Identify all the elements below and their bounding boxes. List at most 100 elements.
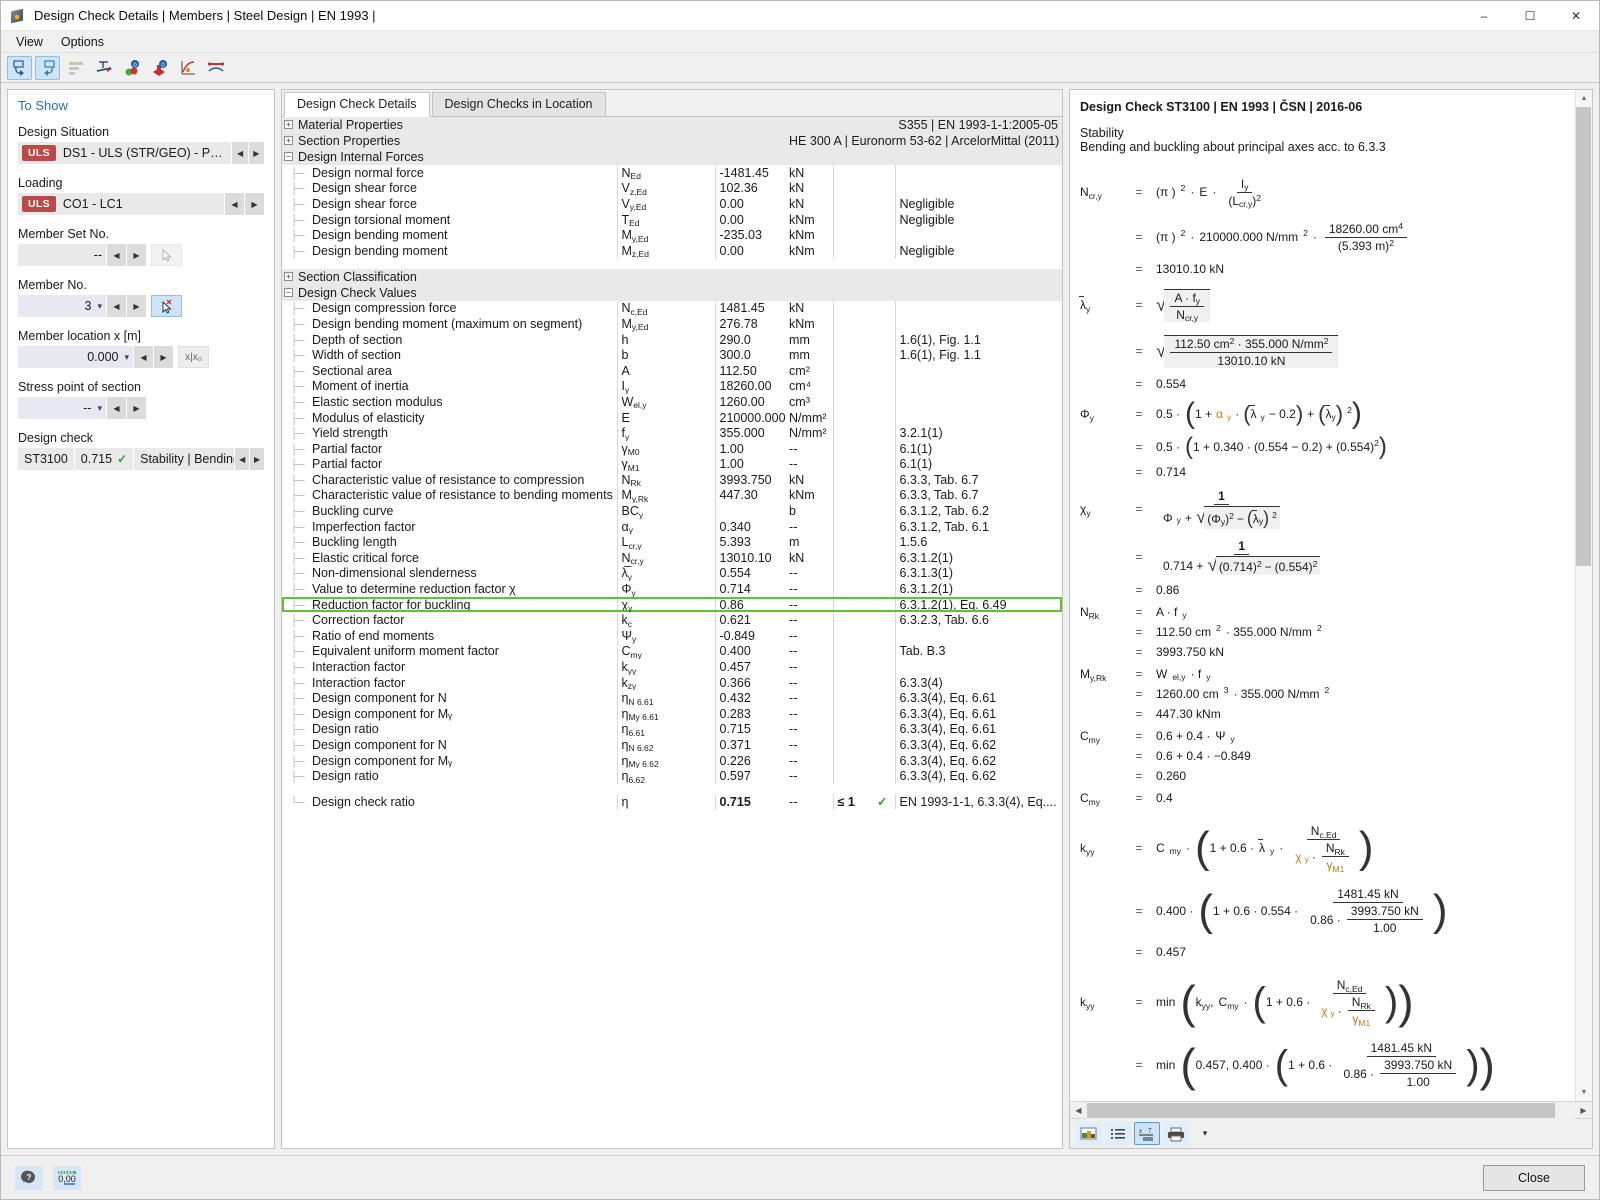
table-group-header[interactable]: +Section PropertiesHE 300 A | Euronorm 5… [282, 133, 1062, 149]
table-row[interactable]: ├─Design component for MᵧηMy 6.610.283--… [282, 706, 1062, 722]
table-row[interactable]: ├─Design normal forceNEd-1481.45kN [282, 165, 1062, 181]
stress-point-field[interactable]: -- ▾ [18, 397, 106, 419]
chevron-down-icon[interactable]: ▾ [91, 301, 102, 312]
design-situation-combo[interactable]: ULS DS1 - ULS (STR/GEO) - Permanent ... [18, 142, 231, 164]
loading-combo[interactable]: ULS CO1 - LC1 [18, 193, 224, 215]
help-icon[interactable]: ? [15, 1166, 43, 1190]
table-row[interactable]: ├─Sectional areaA112.50cm² [282, 363, 1062, 379]
table-row[interactable]: ├─Design shear forceVz,Ed102.36kN [282, 181, 1062, 197]
hscroll-left-icon[interactable]: ◀ [1070, 1106, 1087, 1115]
printer-dropdown-icon[interactable]: ▾ [1192, 1122, 1218, 1145]
minimize-button[interactable]: – [1461, 1, 1507, 31]
collapse-icon[interactable]: − [284, 288, 293, 297]
printer-icon[interactable] [1163, 1122, 1189, 1145]
table-row[interactable]: ├─Design component for NηN 6.610.432--6.… [282, 690, 1062, 706]
design-check-ratio-cell[interactable]: 0.715 ✓ [74, 448, 133, 470]
relative-location-button[interactable]: x|x₀ [178, 346, 209, 368]
formula-vertical-scrollbar[interactable]: ▲ ▼ [1575, 90, 1592, 1101]
member-no-prev-button[interactable]: ◀ [107, 295, 126, 317]
expand-icon[interactable]: + [284, 136, 293, 145]
member-location-next-button[interactable]: ▶ [154, 346, 173, 368]
table-row[interactable]: ├─Design shear forceVy,Ed0.00kNNegligibl… [282, 196, 1062, 212]
design-check-ratio-row[interactable]: └─Design check ratioη0.715--≤ 1✓EN 1993-… [282, 794, 1062, 810]
table-row[interactable]: ├─Design ratioη6.610.715--6.3.3(4), Eq. … [282, 722, 1062, 738]
table-row[interactable]: ├─Imperfection factorαy0.340--6.3.1.2, T… [282, 519, 1062, 535]
decimal-places-icon[interactable]: 0,00 [53, 1166, 81, 1190]
table-row[interactable]: ├─Design ratioη6.620.597--6.3.3(4), Eq. … [282, 768, 1062, 784]
table-row[interactable]: ├─Correction factorkc0.621--6.3.2.3, Tab… [282, 612, 1062, 628]
table-row[interactable]: ├─Characteristic value of resistance to … [282, 488, 1062, 504]
table-row[interactable]: ├─Buckling curveBCyb6.3.1.2, Tab. 6.2 [282, 503, 1062, 519]
close-button[interactable]: Close [1483, 1165, 1585, 1191]
table-row[interactable]: ├─Partial factorγM11.00--6.1(1) [282, 457, 1062, 473]
result-table-icon[interactable] [63, 56, 88, 80]
chevron-down-icon[interactable]: ▾ [91, 403, 102, 414]
table-group-header[interactable]: +Material PropertiesS355 | EN 1993-1-1:2… [282, 117, 1062, 133]
stress-point-prev-button[interactable]: ◀ [107, 397, 126, 419]
member-set-pick-icon[interactable] [151, 244, 182, 266]
scroll-up-icon[interactable]: ▲ [1576, 90, 1593, 107]
print-preview-icon[interactable] [1076, 1122, 1102, 1145]
table-row[interactable]: ├─Ratio of end momentsΨy-0.849-- [282, 628, 1062, 644]
table-row[interactable]: ├─Design torsional momentTEd0.00kNmNegli… [282, 212, 1062, 228]
section-info-icon[interactable]: 0 [147, 56, 172, 80]
design-check-id[interactable]: ST3100 [18, 448, 74, 470]
table-row[interactable]: ├─Design component for MᵧηMy 6.620.226--… [282, 753, 1062, 769]
design-check-description[interactable]: Stability | Bending a... [133, 448, 234, 470]
hscroll-track[interactable] [1087, 1102, 1575, 1119]
collapse-icon[interactable]: − [284, 152, 293, 161]
previous-result-icon[interactable] [7, 56, 32, 80]
member-set-no-prev-button[interactable]: ◀ [107, 244, 126, 266]
member-dimension-icon[interactable] [91, 56, 116, 80]
expand-icon[interactable]: + [284, 272, 293, 281]
table-row[interactable]: ├─Yield strengthfy355.000N/mm²3.2.1(1) [282, 425, 1062, 441]
table-row[interactable]: ├─Characteristic value of resistance to … [282, 472, 1062, 488]
loading-next-button[interactable]: ▶ [245, 193, 264, 215]
menu-item-view[interactable]: View [7, 33, 52, 51]
member-set-no-field[interactable]: -- [18, 244, 106, 266]
member-no-field[interactable]: 3 ▾ [18, 295, 106, 317]
scroll-track[interactable] [1576, 107, 1593, 1084]
member-result-icon[interactable] [203, 56, 228, 80]
table-row[interactable]: ├─Value to determine reduction factor χΦ… [282, 581, 1062, 597]
table-row[interactable]: ├─Design bending momentMy,Ed-235.03kNm [282, 227, 1062, 243]
maximize-button[interactable]: ☐ [1507, 1, 1553, 31]
close-window-button[interactable]: ✕ [1553, 1, 1599, 31]
next-result-icon[interactable] [35, 56, 60, 80]
member-location-field[interactable]: 0.000 ▾ [18, 346, 133, 368]
table-row[interactable]: ├─Design bending momentMz,Ed0.00kNmNegli… [282, 243, 1062, 259]
table-row[interactable]: ├─Elastic section modulusWel,y1260.00cm³ [282, 394, 1062, 410]
formula-toggle-icon[interactable]: x 7 [1134, 1122, 1160, 1145]
tab-design-checks-in-location[interactable]: Design Checks in Location [432, 92, 606, 116]
diagram-icon[interactable] [175, 56, 200, 80]
table-row[interactable]: ├─Design compression forceNc,Ed1481.45kN [282, 301, 1062, 317]
table-group-header[interactable]: −Design Internal Forces [282, 149, 1062, 165]
design-situation-prev-button[interactable]: ◀ [232, 142, 247, 164]
design-situation-next-button[interactable]: ▶ [249, 142, 264, 164]
scroll-thumb[interactable] [1576, 107, 1591, 566]
table-row[interactable]: ├─Design bending moment (maximum on segm… [282, 316, 1062, 332]
table-row[interactable]: ├─Buckling lengthLcr,y5.393m1.5.6 [282, 534, 1062, 550]
table-row[interactable]: ├─Reduction factor for bucklingχy0.86--6… [282, 597, 1062, 613]
load-case-info-icon[interactable]: 0 [119, 56, 144, 80]
table-group-header[interactable]: +Section Classification [282, 269, 1062, 285]
table-row[interactable]: ├─Depth of sectionh290.0mm1.6(1), Fig. 1… [282, 332, 1062, 348]
scroll-down-icon[interactable]: ▼ [1576, 1084, 1593, 1101]
loading-prev-button[interactable]: ◀ [225, 193, 244, 215]
formula-horizontal-scrollbar[interactable]: ◀ ▶ [1070, 1101, 1592, 1118]
expand-icon[interactable]: + [284, 120, 293, 129]
table-row[interactable]: ├─Moment of inertiaIy18260.00cm⁴ [282, 379, 1062, 395]
table-row[interactable]: ├─Design component for NηN 6.620.371--6.… [282, 737, 1062, 753]
menu-item-options[interactable]: Options [52, 33, 113, 51]
chevron-down-icon[interactable]: ▾ [118, 352, 129, 363]
details-list-icon[interactable] [1105, 1122, 1131, 1145]
member-set-no-next-button[interactable]: ▶ [127, 244, 146, 266]
table-row[interactable]: ├─Equivalent uniform moment factorCmy0.4… [282, 644, 1062, 660]
member-location-prev-button[interactable]: ◀ [134, 346, 153, 368]
member-no-pick-icon[interactable] [151, 295, 182, 317]
hscroll-right-icon[interactable]: ▶ [1575, 1106, 1592, 1115]
design-check-prev-button[interactable]: ◀ [235, 448, 249, 470]
design-check-next-button[interactable]: ▶ [250, 448, 264, 470]
table-row[interactable]: ├─Non-dimensional slendernessλ̅y0.554--6… [282, 566, 1062, 582]
table-row[interactable]: ├─Elastic critical forceNcr,y13010.10kN6… [282, 550, 1062, 566]
